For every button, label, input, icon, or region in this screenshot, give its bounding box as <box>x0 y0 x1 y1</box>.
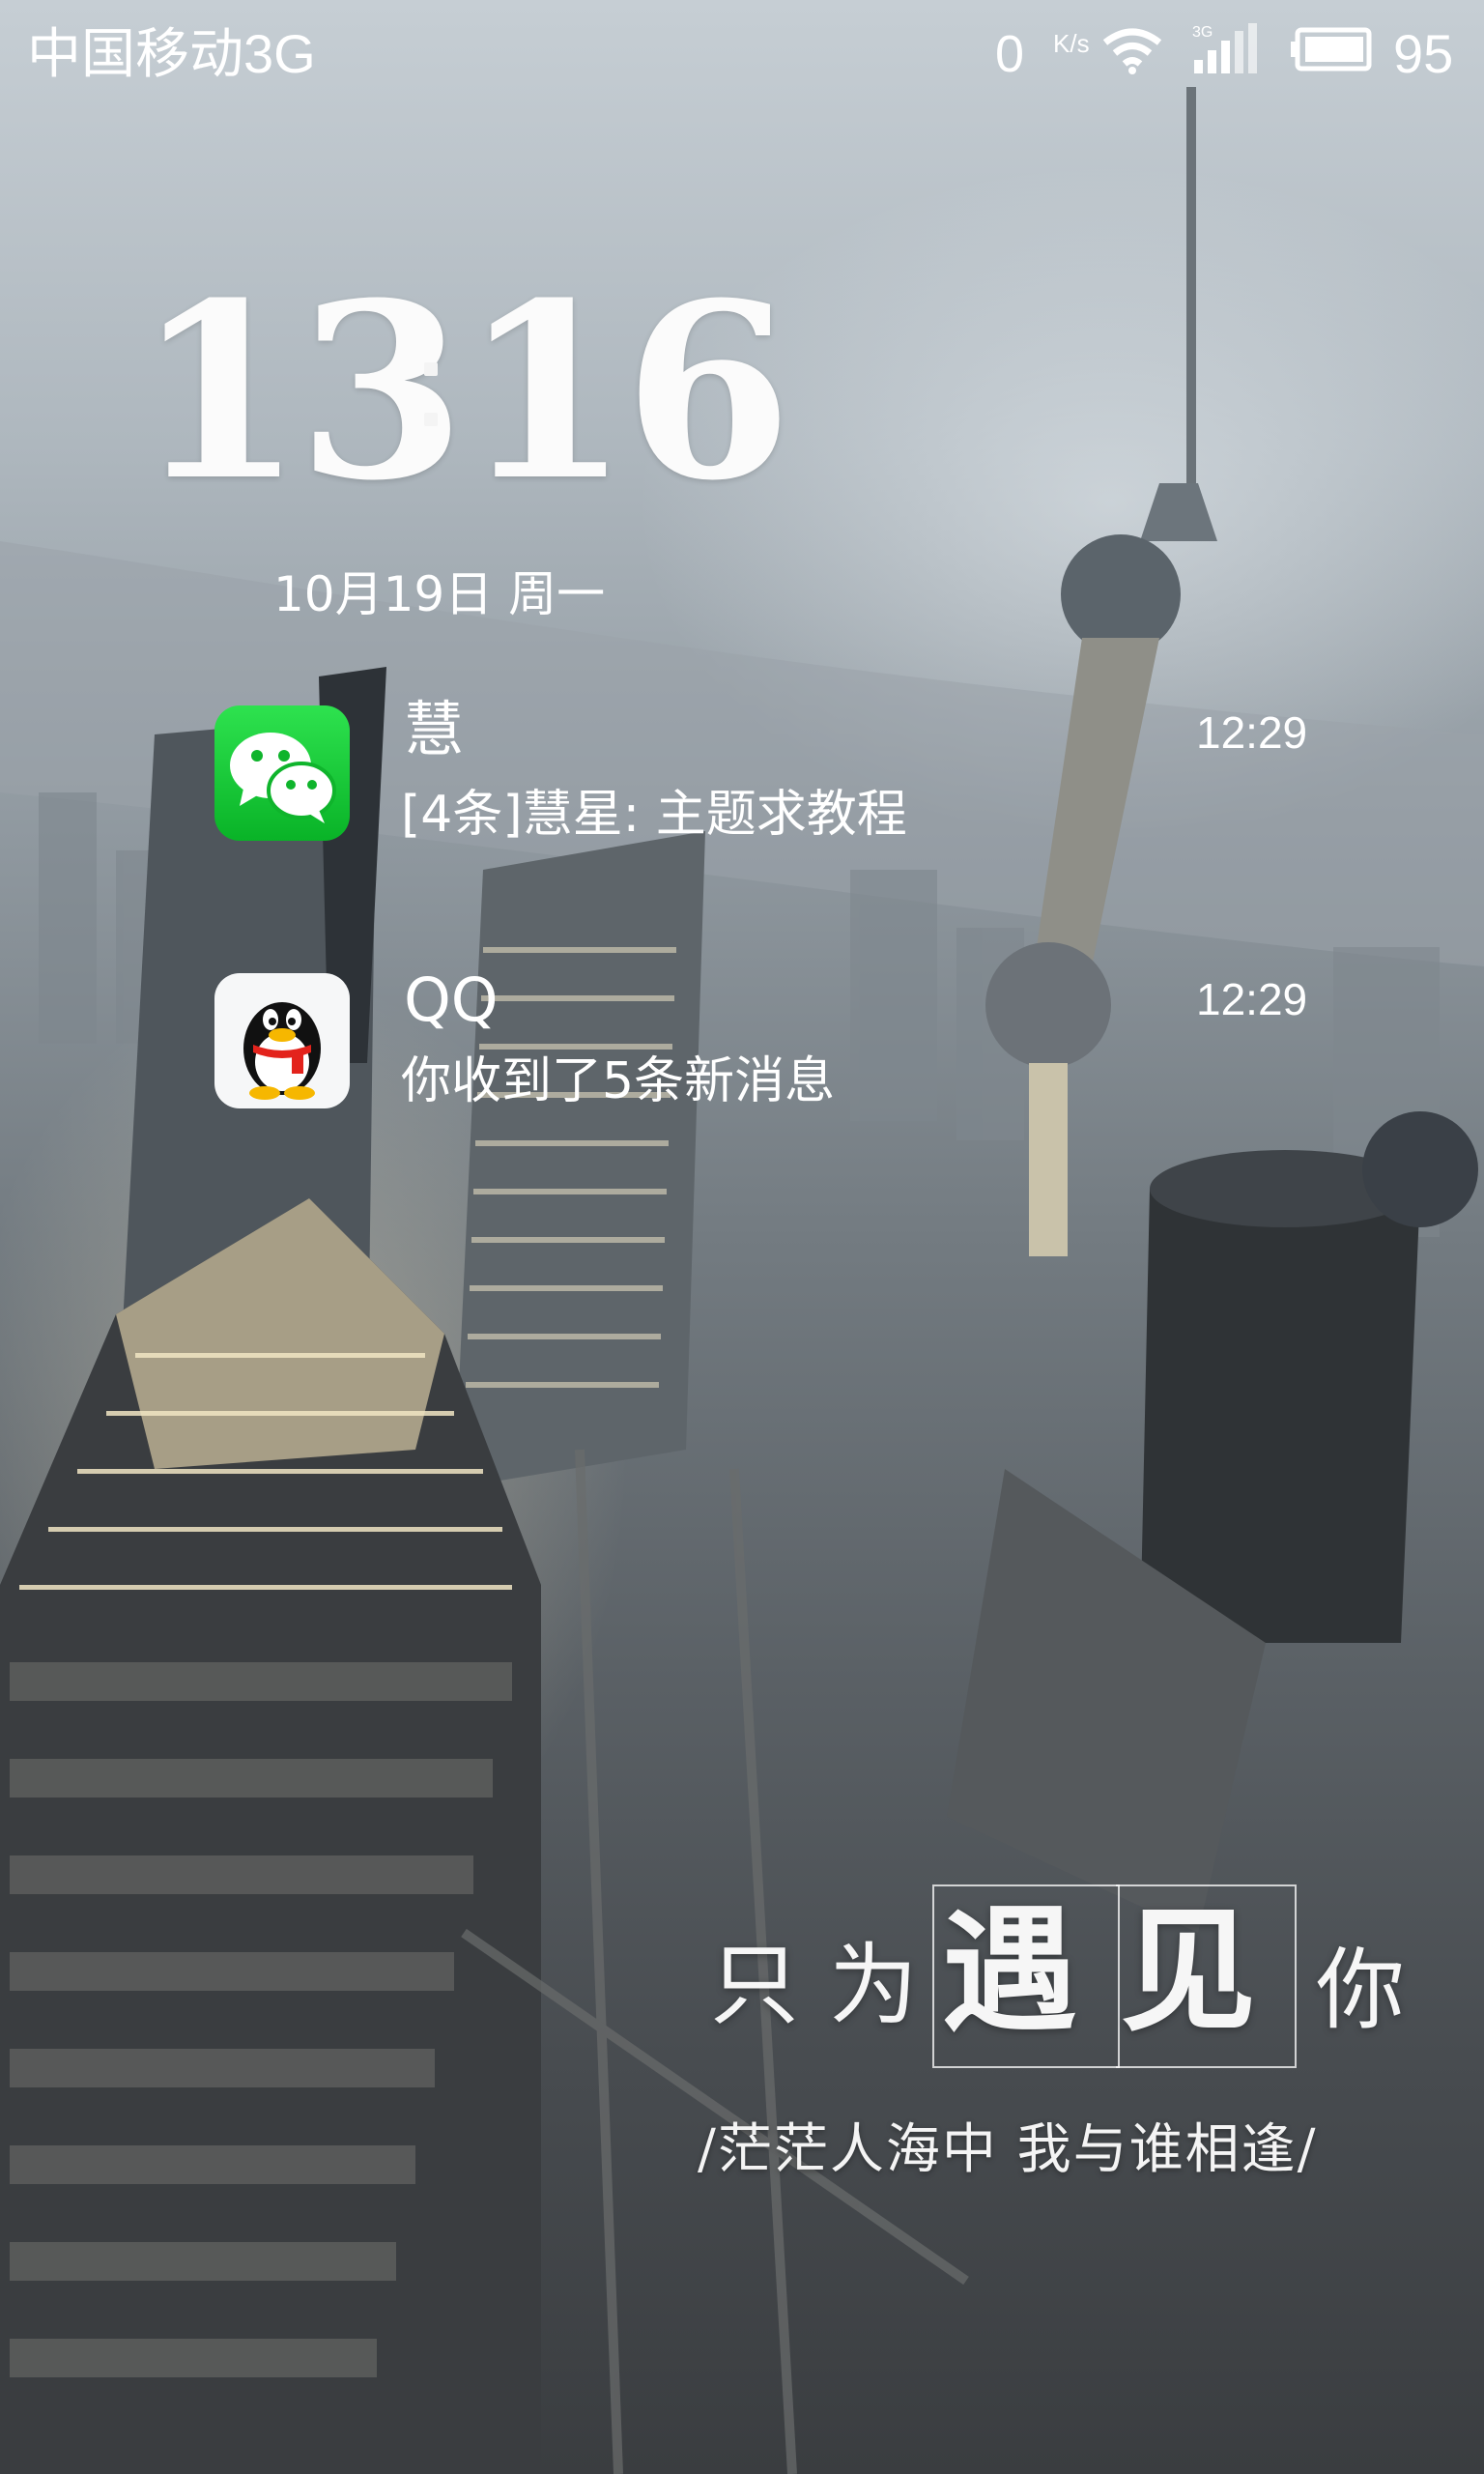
battery-icon <box>1291 27 1372 72</box>
battery-percent: 95 <box>1393 23 1454 84</box>
slogan-char: 见 <box>1121 1892 1257 2051</box>
slogan-char: 只 <box>710 1934 800 2037</box>
network-speed-value: 0 <box>995 25 1025 83</box>
notification-title[interactable]: 慧 <box>404 696 464 763</box>
carrier-name: 中国移动3G <box>27 23 316 84</box>
date-weekday: 10月19日 周一 <box>273 566 606 622</box>
wechat-bubbles-icon <box>230 733 336 823</box>
notification-time: 12:29 <box>1196 974 1308 1024</box>
signal-icon: 3G <box>1192 23 1257 73</box>
notification-message[interactable]: [4条]慧星: 主题求教程 <box>401 785 907 845</box>
wechat-icon[interactable] <box>214 705 350 841</box>
qq-penguin-icon[interactable] <box>214 973 350 1108</box>
notification-time: 12:29 <box>1196 707 1308 758</box>
notification-message[interactable]: 你收到了5条新消息 <box>401 1051 835 1111</box>
clock-minute: 16 <box>462 249 792 533</box>
clock-hour: 13 <box>135 249 466 533</box>
wifi-icon <box>1102 28 1162 74</box>
signal-network-label: 3G <box>1192 24 1213 41</box>
notification-title[interactable]: QQ <box>404 966 499 1034</box>
slogan-char: 你 <box>1316 1939 1406 2042</box>
slogan-char: 为 <box>829 1934 919 2037</box>
slogan-subtitle: /茫茫人海中 我与谁相逢/ <box>698 2118 1318 2181</box>
qq-penguin-graphic <box>243 1002 321 1100</box>
slogan-char: 遇 <box>942 1892 1078 2051</box>
network-speed-unit: K/s <box>1053 29 1090 58</box>
clock-colon <box>421 362 439 430</box>
